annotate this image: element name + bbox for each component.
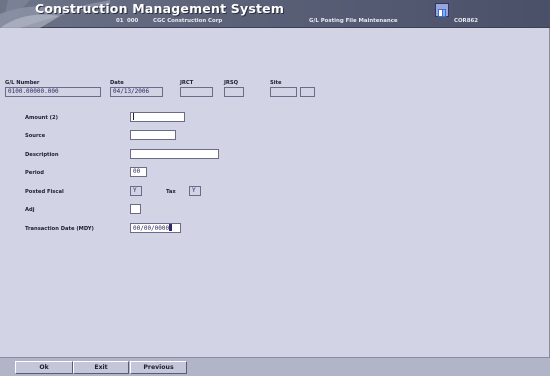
previous-button[interactable]: Previous	[130, 361, 187, 374]
ok-button[interactable]: Ok	[15, 361, 73, 374]
posted-fiscal-field[interactable]: Y	[130, 186, 142, 196]
adj-label: Adj	[25, 207, 35, 213]
posted-fiscal-label: Posted Fiscal	[25, 189, 64, 195]
site-field-2[interactable]	[300, 87, 315, 97]
company-code: 01	[116, 18, 124, 24]
source-input[interactable]	[130, 130, 176, 140]
jrsq-label: JRSQ	[224, 80, 239, 86]
company-name: CGC Construction Corp	[153, 18, 223, 24]
jrct-field[interactable]	[180, 87, 213, 97]
jrct-label: JRCT	[180, 80, 194, 86]
tax-field[interactable]: Y	[189, 186, 201, 196]
date-label: Date	[110, 80, 124, 86]
text-cursor	[133, 113, 134, 120]
site-label: Site	[270, 80, 282, 86]
period-input[interactable]: 00	[130, 167, 147, 177]
screen-title: G/L Posting File Maintenance	[309, 18, 398, 24]
amount-input[interactable]	[130, 112, 185, 122]
period-label: Period	[25, 170, 44, 176]
transaction-date-label: Transaction Date (MDY)	[25, 226, 94, 232]
division-code: 000	[127, 18, 139, 24]
jrsq-field[interactable]	[224, 87, 244, 97]
exit-button[interactable]: Exit	[73, 361, 129, 374]
screen-id: COR862	[454, 18, 478, 24]
help-book-icon[interactable]	[435, 3, 449, 17]
app-title: Construction Management System	[35, 1, 285, 16]
gl-number-field[interactable]: 0100.00000.000	[5, 87, 101, 97]
description-label: Description	[25, 152, 59, 158]
amount-label: Amount (2)	[25, 115, 59, 121]
text-cursor	[169, 224, 173, 231]
gl-number-label: G/L Number	[5, 80, 40, 86]
tax-label: Tax	[166, 189, 176, 195]
site-field[interactable]	[270, 87, 297, 97]
description-input[interactable]	[130, 149, 219, 159]
title-bar: Construction Management System 01 000 CG…	[0, 0, 550, 28]
transaction-date-input[interactable]: 00/00/0000	[130, 223, 181, 233]
source-label: Source	[25, 133, 46, 139]
adj-checkbox[interactable]	[130, 204, 141, 214]
date-field[interactable]: 04/13/2006	[110, 87, 163, 97]
button-bar: Ok Exit Previous	[0, 357, 550, 376]
app-window: Construction Management System 01 000 CG…	[0, 0, 550, 376]
